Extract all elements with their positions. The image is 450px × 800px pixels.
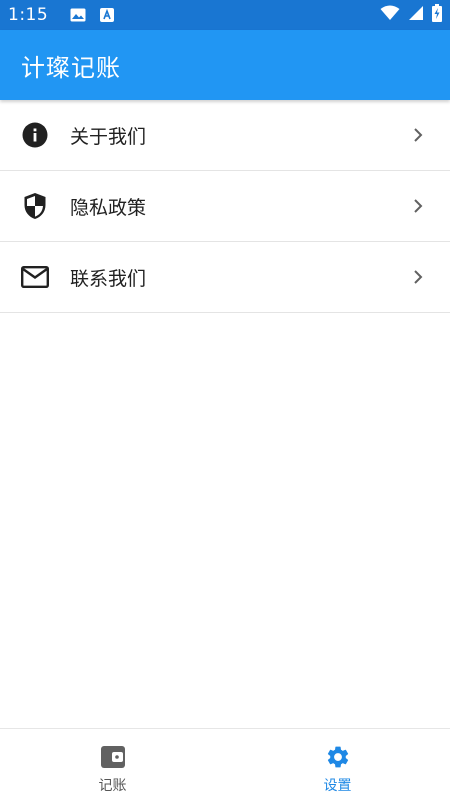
app-bar: 计璨记账 xyxy=(0,30,450,100)
status-bar: 1:15 xyxy=(0,0,450,30)
bottom-nav-item-settings[interactable]: 设置 xyxy=(225,729,450,800)
chevron-right-icon xyxy=(410,194,426,218)
settings-item-label: 隐私政策 xyxy=(70,196,147,219)
status-time: 1:15 xyxy=(8,5,49,25)
bottom-nav: 记账 设置 xyxy=(0,728,450,800)
a-text-icon xyxy=(100,8,115,22)
shield-icon xyxy=(20,191,50,221)
bottom-nav-item-accounting[interactable]: 记账 xyxy=(0,729,225,800)
settings-item-label: 关于我们 xyxy=(70,125,147,148)
bottom-nav-label: 记账 xyxy=(98,778,127,794)
app-title: 计璨记账 xyxy=(21,53,121,82)
battery-charging-icon xyxy=(432,4,442,26)
wifi-icon xyxy=(380,5,400,25)
settings-list: 关于我们 隐私政策 联系我们 xyxy=(0,100,450,313)
settings-item-contact[interactable]: 联系我们 xyxy=(0,242,450,313)
settings-item-label: 联系我们 xyxy=(70,267,147,290)
mail-icon xyxy=(20,262,50,292)
bottom-nav-label: 设置 xyxy=(323,778,352,794)
signal-icon xyxy=(408,5,424,25)
settings-item-about[interactable]: 关于我们 xyxy=(0,100,450,171)
settings-item-privacy[interactable]: 隐私政策 xyxy=(0,171,450,242)
info-icon xyxy=(20,120,50,150)
image-icon xyxy=(70,8,86,22)
wallet-icon xyxy=(99,743,127,771)
chevron-right-icon xyxy=(410,265,426,289)
status-right-icons xyxy=(380,4,442,26)
chevron-right-icon xyxy=(410,123,426,147)
gear-icon xyxy=(324,743,352,771)
